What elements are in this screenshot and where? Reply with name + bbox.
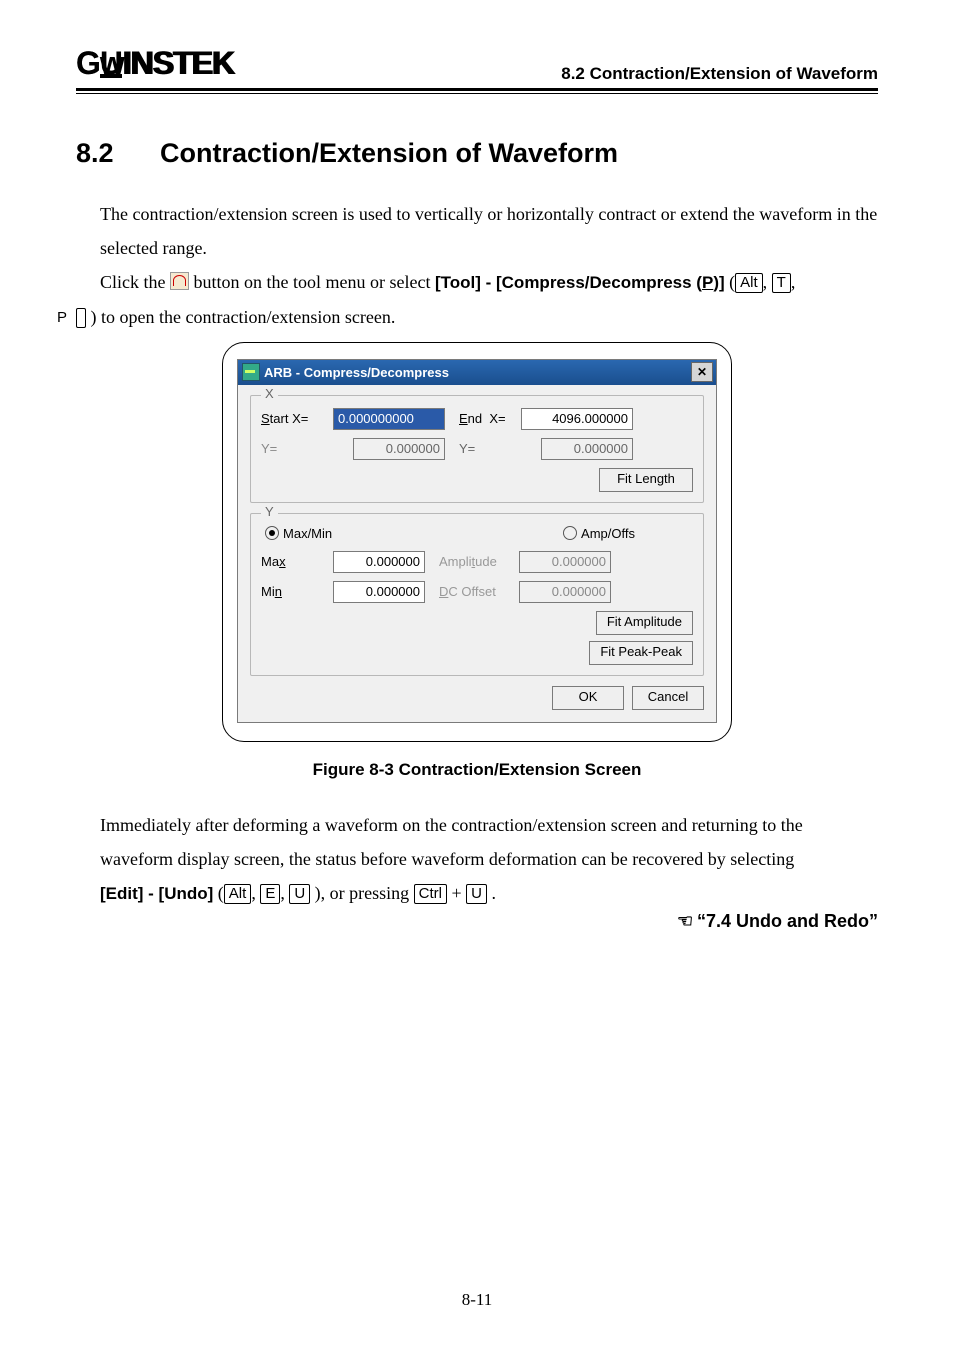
intro-paragraph: The contraction/extension screen is used… xyxy=(100,197,878,265)
fit-amplitude-button[interactable]: Fit Amplitude xyxy=(596,611,693,635)
screenshot-frame: ARB - Compress/Decompress ✕ X Start X= 0… xyxy=(222,342,732,742)
key-u2: U xyxy=(466,884,487,904)
key-alt: Alt xyxy=(735,273,763,293)
dialog-title: ARB - Compress/Decompress xyxy=(264,365,449,380)
min-label: Min xyxy=(261,584,333,599)
page-number: 8-11 xyxy=(0,1290,954,1310)
dialog-window: ARB - Compress/Decompress ✕ X Start X= 0… xyxy=(237,359,717,723)
startx-label: Start X= xyxy=(261,411,333,426)
header-section: 8.2 Contraction/Extension of Waveform xyxy=(561,64,878,84)
key-u: U xyxy=(289,884,310,904)
after-paragraph-2: [Edit] - [Undo] (Alt, E, U ), or pressin… xyxy=(100,876,878,910)
key-t: T xyxy=(772,273,791,293)
group-y-legend: Y xyxy=(261,504,278,519)
cross-reference: ☞“7.4 Undo and Redo” xyxy=(76,911,878,932)
group-x-legend: X xyxy=(261,386,278,401)
instruction-paragraph: Click the button on the tool menu or sel… xyxy=(100,265,878,299)
compress-toolbar-icon xyxy=(170,272,189,290)
endx-input[interactable]: 4096.000000 xyxy=(521,408,633,430)
dialog-app-icon xyxy=(242,363,260,381)
group-x: X Start X= 0.000000000 End X= 4096.00000… xyxy=(250,395,704,503)
fit-length-button[interactable]: Fit Length xyxy=(599,468,693,492)
radio-dot-icon xyxy=(265,526,279,540)
instruction-paragraph-2: P ) to open the contraction/extension sc… xyxy=(124,300,878,334)
header-rule xyxy=(76,88,878,91)
amplitude-input: 0.000000 xyxy=(519,551,611,573)
amplitude-label: Amplitude xyxy=(425,554,519,569)
startx-input[interactable]: 0.000000000 xyxy=(333,408,445,430)
radio-ampoffs[interactable]: Amp/Offs xyxy=(563,526,635,541)
key-p: P xyxy=(76,308,86,328)
min-input[interactable]: 0.000000 xyxy=(333,581,425,603)
key-e: E xyxy=(260,884,280,904)
brand-logo2: GUINSTEK xyxy=(76,45,233,82)
dcoffset-label: DC Offset xyxy=(425,584,519,599)
key-alt2: Alt xyxy=(224,884,252,904)
menu-path: [Tool] - [Compress/Decompress (P)] xyxy=(435,273,725,292)
pointing-hand-icon: ☞ xyxy=(677,911,693,932)
radio-dot-icon xyxy=(563,526,577,540)
figure-caption: Figure 8-3 Contraction/Extension Screen xyxy=(76,760,878,780)
ok-button[interactable]: OK xyxy=(552,686,624,710)
close-button[interactable]: ✕ xyxy=(691,362,713,382)
max-label: Max xyxy=(261,554,333,569)
endx-label: End X= xyxy=(445,411,521,426)
y1-label: Y= xyxy=(261,441,333,456)
cancel-button[interactable]: Cancel xyxy=(632,686,704,710)
page-title: 8.2Contraction/Extension of Waveform xyxy=(76,138,878,169)
after-paragraph: Immediately after deforming a waveform o… xyxy=(100,808,878,876)
y2-value: 0.000000 xyxy=(541,438,633,460)
group-y: Y Max/Min Amp/Offs Max 0.000000 Amplitud… xyxy=(250,513,704,676)
dialog-titlebar: ARB - Compress/Decompress ✕ xyxy=(238,360,716,385)
max-input[interactable]: 0.000000 xyxy=(333,551,425,573)
y1-value: 0.000000 xyxy=(353,438,445,460)
radio-maxmin[interactable]: Max/Min xyxy=(265,526,332,541)
key-ctrl: Ctrl xyxy=(414,884,447,904)
fit-peakpeak-button[interactable]: Fit Peak-Peak xyxy=(589,641,693,665)
dcoffset-input: 0.000000 xyxy=(519,581,611,603)
y2-label: Y= xyxy=(445,441,521,456)
